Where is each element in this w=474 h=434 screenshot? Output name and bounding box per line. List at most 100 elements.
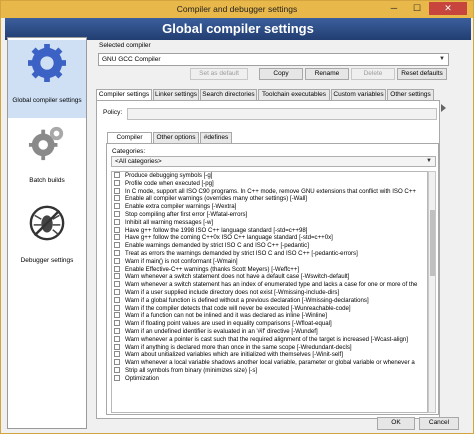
categories-label: Categories:: [112, 148, 146, 155]
set-as-default-button[interactable]: Set as default: [190, 68, 248, 80]
flag-checkbox[interactable]: [114, 273, 120, 280]
flag-checkbox[interactable]: [114, 172, 120, 178]
flag-item[interactable]: Strip all symbols from binary (minimizes…: [112, 366, 427, 375]
sidebar-item-label: Batch builds: [29, 177, 65, 184]
flag-item[interactable]: Warn about unitialized variables which a…: [112, 351, 427, 359]
flag-item[interactable]: Enable all compiler warnings (overrides …: [112, 195, 427, 203]
copy-button[interactable]: Copy: [259, 68, 303, 80]
flag-item[interactable]: Warn if anything is declared more than o…: [112, 343, 427, 352]
sidebar-item-global-compiler-settings[interactable]: Global compiler settings: [8, 40, 86, 118]
flag-checkbox[interactable]: [114, 351, 120, 358]
tab-scroll-arrow[interactable]: [440, 102, 447, 114]
flag-checkbox[interactable]: [114, 296, 120, 303]
flag-checkbox[interactable]: [114, 304, 120, 311]
flag-checkbox[interactable]: [114, 374, 120, 381]
flag-checkbox[interactable]: [114, 265, 120, 272]
flag-item[interactable]: Warn whenever a switch statement does no…: [112, 273, 427, 281]
chevron-down-icon: ▼: [426, 158, 432, 164]
flag-checkbox[interactable]: [114, 210, 120, 217]
flag-label: Optimization: [125, 374, 159, 382]
tab-defines[interactable]: #defines: [200, 132, 232, 143]
flag-item[interactable]: Enable warnings demanded by strict ISO C…: [112, 242, 427, 250]
flag-checkbox[interactable]: [114, 203, 120, 210]
flag-label: Inhibit all warning messages [-w]: [125, 218, 214, 226]
flags-scrollbar[interactable]: [428, 171, 436, 413]
flag-item[interactable]: Warn if a function can not be inlined an…: [112, 312, 427, 320]
flag-item[interactable]: Warn if an undefined identifier is evalu…: [112, 327, 427, 336]
flag-item[interactable]: Inhibit all warning messages [-w]: [112, 218, 427, 227]
flag-checkbox[interactable]: [114, 320, 120, 327]
flag-checkbox[interactable]: [114, 226, 120, 233]
flag-item[interactable]: Warn if floating point values are used i…: [112, 320, 427, 328]
tab-toolchain-executables[interactable]: Toolchain executables: [258, 89, 330, 100]
settings-window: Compiler and debugger settings ─ ☐ ✕ Glo…: [0, 0, 474, 434]
flag-label: In C mode, support all ISO C90 programs.…: [125, 187, 416, 195]
tab-other-settings[interactable]: Other settings: [387, 89, 434, 100]
ok-button[interactable]: OK: [377, 417, 415, 430]
flag-item[interactable]: Enable extra compiler warnings [-Wextra]: [112, 203, 427, 211]
sidebar-item-batch-builds[interactable]: Batch builds: [8, 120, 86, 198]
rename-button[interactable]: Rename: [305, 68, 349, 80]
policy-select[interactable]: [127, 108, 437, 120]
chevron-right-icon: [441, 104, 446, 112]
tab-other-options[interactable]: Other options: [153, 132, 199, 143]
categories-select[interactable]: <All categories> ▼: [111, 156, 436, 167]
flag-item[interactable]: In C mode, support all ISO C90 programs.…: [112, 187, 427, 196]
reset-defaults-button[interactable]: Reset defaults: [397, 68, 447, 80]
flag-label: Profile code when executed [-pg]: [125, 179, 214, 187]
flag-checkbox[interactable]: [114, 218, 120, 225]
tab-custom-variables[interactable]: Custom variables: [331, 89, 386, 100]
flag-checkbox[interactable]: [114, 359, 120, 366]
maximize-button[interactable]: ☐: [406, 2, 428, 15]
flag-checkbox[interactable]: [114, 249, 120, 256]
flag-checkbox[interactable]: [114, 257, 120, 264]
flag-item[interactable]: Warn whenever a pointer is cast such tha…: [112, 335, 427, 344]
flag-label: Warn if a function can not be inlined an…: [125, 312, 327, 320]
flag-item[interactable]: Produce debugging symbols [-g]: [112, 172, 427, 180]
sidebar-item-debugger-settings[interactable]: Debugger settings: [8, 200, 86, 278]
window-controls: ─ ☐ ✕: [383, 2, 467, 15]
tab-linker-settings[interactable]: Linker settings: [153, 89, 199, 100]
selected-compiler-label: Selected compiler: [99, 42, 151, 49]
flag-checkbox[interactable]: [114, 335, 120, 342]
flag-item[interactable]: Warn if the compiler detects that code w…: [112, 304, 427, 313]
flag-checkbox[interactable]: [114, 242, 120, 249]
flag-checkbox[interactable]: [114, 281, 120, 288]
flag-checkbox[interactable]: [114, 195, 120, 202]
minimize-button[interactable]: ─: [383, 2, 405, 15]
flag-item[interactable]: Warn if a user supplied include director…: [112, 288, 427, 297]
flag-label: Warn if anything is declared more than o…: [125, 343, 352, 351]
flag-label: Warn if a global function is defined wit…: [125, 296, 369, 304]
flag-checkbox[interactable]: [114, 327, 120, 334]
flag-item[interactable]: Warn whenever a local variable shadows a…: [112, 359, 427, 367]
flag-item[interactable]: Optimization: [112, 374, 427, 383]
flag-item[interactable]: Warn if main() is not conformant [-Wmain…: [112, 257, 427, 266]
flag-checkbox[interactable]: [114, 366, 120, 373]
chevron-down-icon: ▼: [439, 56, 445, 62]
flag-checkbox[interactable]: [114, 187, 120, 194]
delete-button[interactable]: Delete: [351, 68, 395, 80]
close-button[interactable]: ✕: [429, 2, 467, 15]
scrollbar-thumb[interactable]: [430, 210, 435, 276]
cancel-button[interactable]: Cancel: [419, 417, 459, 430]
flag-item[interactable]: Stop compiling after first error [-Wfata…: [112, 210, 427, 219]
flag-label: Treat as errors the warnings demanded by…: [125, 249, 358, 257]
flag-label: Have g++ follow the 1998 ISO C++ languag…: [125, 226, 308, 234]
tab-search-directories[interactable]: Search directories: [200, 89, 257, 100]
flag-checkbox[interactable]: [114, 288, 120, 295]
flag-label: Stop compiling after first error [-Wfata…: [125, 210, 248, 218]
compiler-select[interactable]: GNU GCC Compiler ▼: [98, 53, 449, 66]
flag-checkbox[interactable]: [114, 179, 120, 186]
flag-label: Enable warnings demanded by strict ISO C…: [125, 242, 309, 250]
flag-item[interactable]: Enable Effective-C++ warnings (thanks Sc…: [112, 265, 427, 274]
flag-item[interactable]: Have g++ follow the coming C++0x ISO C++…: [112, 234, 427, 242]
flag-checkbox[interactable]: [114, 312, 120, 319]
flag-item[interactable]: Have g++ follow the 1998 ISO C++ languag…: [112, 226, 427, 235]
flag-item[interactable]: Warn if a global function is defined wit…: [112, 296, 427, 305]
flag-checkbox[interactable]: [114, 343, 120, 350]
flag-item[interactable]: Warn whenever a switch statement has an …: [112, 281, 427, 289]
flag-item[interactable]: Profile code when executed [-pg]: [112, 179, 427, 188]
title-bar[interactable]: Compiler and debugger settings ─ ☐ ✕: [1, 1, 473, 18]
flag-item[interactable]: Treat as errors the warnings demanded by…: [112, 249, 427, 258]
flag-checkbox[interactable]: [114, 234, 120, 241]
